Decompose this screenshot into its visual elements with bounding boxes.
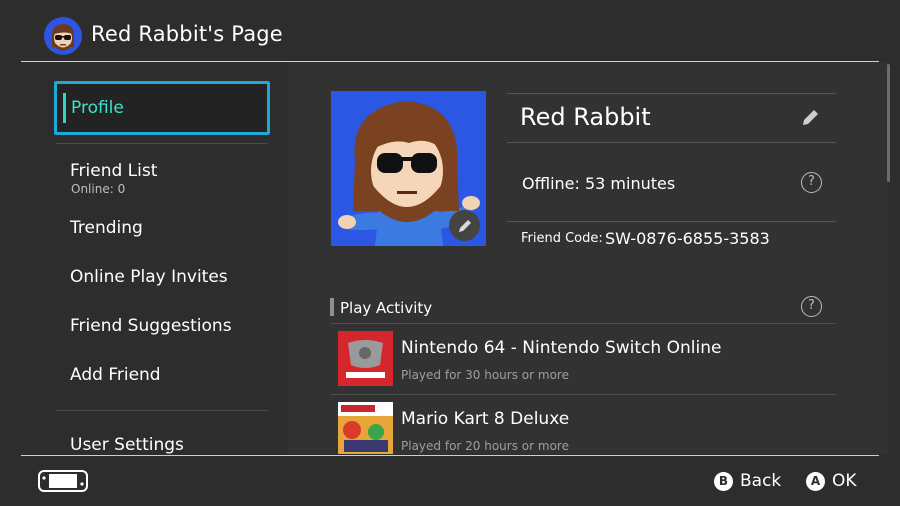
pencil-icon	[458, 219, 471, 232]
page-header: Red Rabbit's Page	[0, 0, 900, 62]
profile-name: Red Rabbit	[520, 103, 651, 131]
game-title: Nintendo 64 - Nintendo Switch Online	[401, 338, 722, 358]
help-icon[interactable]: ?	[801, 172, 822, 193]
edit-name-button[interactable]	[801, 107, 821, 131]
user-avatar-icon	[44, 17, 82, 55]
online-count: Online: 0	[71, 182, 126, 196]
section-marker	[330, 298, 334, 316]
sidebar-item-profile[interactable]: Profile	[54, 81, 270, 135]
game-playtime: Played for 20 hours or more	[401, 439, 569, 453]
game-icon-n64[interactable]	[338, 331, 393, 386]
back-button[interactable]: Back	[740, 471, 781, 491]
sidebar-item-friend-suggestions[interactable]: Friend Suggestions	[70, 316, 232, 336]
sidebar-item-add-friend[interactable]: Add Friend	[70, 365, 161, 385]
switch-console-icon	[38, 470, 88, 496]
game-playtime: Played for 30 hours or more	[401, 368, 569, 382]
footer-divider	[21, 455, 879, 456]
online-status: Offline: 53 minutes	[522, 174, 676, 193]
game-icon-mario-kart[interactable]	[338, 402, 393, 454]
help-icon[interactable]: ?	[801, 296, 822, 317]
sidebar-item-friend-list[interactable]: Friend List	[70, 161, 157, 181]
game-title: Mario Kart 8 Deluxe	[401, 409, 570, 429]
edit-picture-button[interactable]	[449, 210, 480, 241]
info-divider	[507, 93, 836, 94]
sidebar-item-user-settings[interactable]: User Settings	[70, 435, 184, 455]
activity-divider	[331, 323, 836, 324]
activity-divider	[331, 394, 836, 395]
ok-button[interactable]: OK	[832, 471, 857, 491]
selection-indicator	[63, 93, 66, 123]
b-button-icon: B	[714, 472, 733, 491]
pencil-icon	[803, 110, 818, 125]
info-divider	[507, 142, 836, 143]
a-button-icon: A	[806, 472, 825, 491]
page-title: Red Rabbit's Page	[91, 22, 283, 46]
sidebar-item-label: Profile	[71, 98, 124, 118]
play-activity-title: Play Activity	[340, 299, 433, 317]
info-divider	[507, 221, 836, 222]
sidebar-divider	[56, 143, 268, 144]
sidebar-item-online-play-invites[interactable]: Online Play Invites	[70, 267, 228, 287]
sidebar-item-trending[interactable]: Trending	[70, 218, 143, 238]
sidebar-divider	[56, 410, 268, 411]
scrollbar[interactable]	[887, 64, 890, 182]
friend-code-label: Friend Code:	[521, 231, 603, 246]
friend-code: SW-0876-6855-3583	[605, 229, 770, 248]
